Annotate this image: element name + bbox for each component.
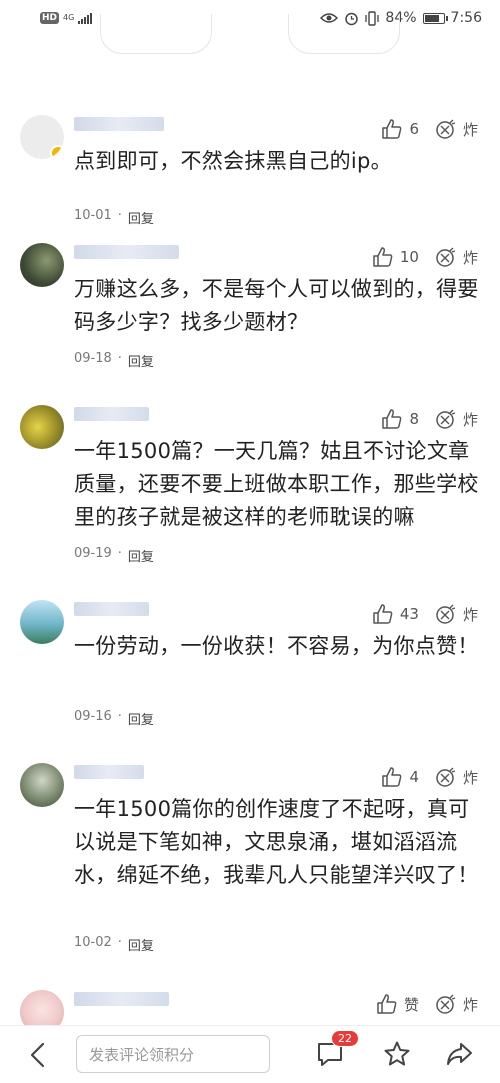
comment-date: 10-01 [74,208,112,223]
comment-actions: 4 炸 [381,766,478,788]
comment-text: 一份劳动，一份收获！不容易，为你点赞！ [74,634,479,658]
comment-date: 09-16 [74,709,112,724]
reply-button[interactable]: 回复 [128,208,154,227]
network-type: 4G [63,14,74,22]
comment-meta: 09-19 · 回复 [74,546,154,565]
like-count: 8 [409,410,419,428]
like-count: 4 [409,768,419,786]
like-button[interactable]: 10 [372,247,419,267]
bomb-label: 炸 [462,120,478,139]
comment-date: 09-18 [74,351,112,366]
bomb-label: 炸 [462,605,478,624]
thumbs-up-icon [382,767,402,787]
comment-item: 6 炸 点到即可，不然会抹黑自己的ip。 10-01 · 回复 [0,115,500,235]
comment-actions: 8 炸 [381,408,478,430]
comment-text: 一年1500篇你的创作速度了不起呀，真可以说是下笔如神，文思泉涌，堪如滔滔流水，… [74,797,479,887]
bomb-label: 炸 [462,410,478,429]
comment-actions: 10 炸 [372,246,478,268]
star-icon[interactable] [383,1040,411,1068]
comment-item: 10 炸 万赚这么多，不是每个人可以做到的，得要码多少字？找多少题材？ 09-1… [0,243,500,403]
bomb-button[interactable]: 炸 [435,993,478,1015]
bomb-label: 炸 [462,995,478,1014]
bomb-icon [436,604,456,624]
comment-actions: 6 炸 [381,118,478,140]
comment-item: 4 炸 一年1500篇你的创作速度了不起呀，真可以说是下笔如神，文思泉涌，堪如滔… [0,763,500,973]
comment-date: 10-02 [74,935,112,950]
bomb-button[interactable]: 炸 [435,246,478,268]
bomb-icon [436,247,456,267]
bomb-icon [436,994,456,1014]
thumbs-up-icon [377,994,397,1014]
like-button[interactable]: 43 [372,604,419,624]
avatar[interactable] [20,763,64,807]
username[interactable] [74,992,169,1006]
comment-meta: 10-02 · 回复 [74,935,154,954]
bomb-icon [436,119,456,139]
bomb-label: 炸 [462,768,478,787]
top-tab-left[interactable] [100,14,212,54]
like-button[interactable]: 赞 [376,994,419,1015]
comment-text: 一年1500篇？一天几篇？姑且不讨论文章质量，还要不要上班做本职工作，那些学校里… [74,439,479,529]
battery-icon [422,12,448,24]
like-count: 10 [399,248,419,266]
comment-meta: 09-18 · 回复 [74,351,154,370]
username[interactable] [74,602,149,616]
status-left: HD 4G [40,12,93,24]
thumbs-up-icon [382,119,402,139]
verified-badge [50,145,64,159]
bomb-button[interactable]: 炸 [435,766,478,788]
like-count: 6 [409,120,419,138]
bomb-label: 炸 [462,248,478,267]
thumbs-up-icon [373,247,393,267]
avatar[interactable] [20,405,64,449]
avatar[interactable] [20,600,64,644]
username[interactable] [74,407,149,421]
hd-badge: HD [40,12,60,24]
bomb-button[interactable]: 炸 [435,603,478,625]
like-button[interactable]: 8 [381,409,419,429]
username[interactable] [74,117,164,131]
thumbs-up-icon [373,604,393,624]
like-button[interactable]: 4 [381,767,419,787]
comment-actions: 43 炸 [372,603,478,625]
comment-meta: 09-16 · 回复 [74,709,154,728]
comment-input-placeholder: 发表评论领积分 [89,1045,195,1064]
reply-button[interactable]: 回复 [128,709,154,728]
username[interactable] [74,765,144,779]
comment-date: 09-19 [74,546,112,561]
signal-icon [78,12,93,24]
reply-button[interactable]: 回复 [128,546,154,565]
top-tab-right[interactable] [288,14,400,54]
bomb-button[interactable]: 炸 [435,408,478,430]
bomb-icon [436,409,456,429]
reply-button[interactable]: 回复 [128,935,154,954]
comment-input[interactable]: 发表评论领积分 [76,1035,270,1073]
like-count: 43 [399,605,419,623]
bottom-bar: 发表评论领积分 22 [0,1025,500,1083]
comment-item: 43 炸 一份劳动，一份收获！不容易，为你点赞！ 09-16 · 回复 [0,600,500,740]
network-label: 4G [63,13,75,22]
comment-text: 万赚这么多，不是每个人可以做到的，得要码多少字？找多少题材？ [74,277,479,334]
clock: 7:56 [450,10,482,26]
like-label: 赞 [403,995,419,1014]
battery-fill [424,14,439,22]
reply-button[interactable]: 回复 [128,351,154,370]
comment-actions: 赞 炸 [376,993,478,1015]
bomb-icon [436,767,456,787]
username[interactable] [74,245,179,259]
back-icon[interactable] [28,1042,48,1068]
avatar[interactable] [20,243,64,287]
thumbs-up-icon [382,409,402,429]
status-bar: HD 4G 84% 7:56 [0,0,500,36]
like-button[interactable]: 6 [381,119,419,139]
bomb-button[interactable]: 炸 [435,118,478,140]
comment-text: 点到即可，不然会抹黑自己的ip。 [74,149,392,173]
comment-count-badge: 22 [331,1030,359,1047]
avatar[interactable] [20,115,64,159]
comment-item: 8 炸 一年1500篇？一天几篇？姑且不讨论文章质量，还要不要上班做本职工作，那… [0,405,500,595]
comment-meta: 10-01 · 回复 [74,208,154,227]
comment-item: 赞 炸 [0,990,500,1034]
share-icon[interactable] [445,1040,473,1068]
